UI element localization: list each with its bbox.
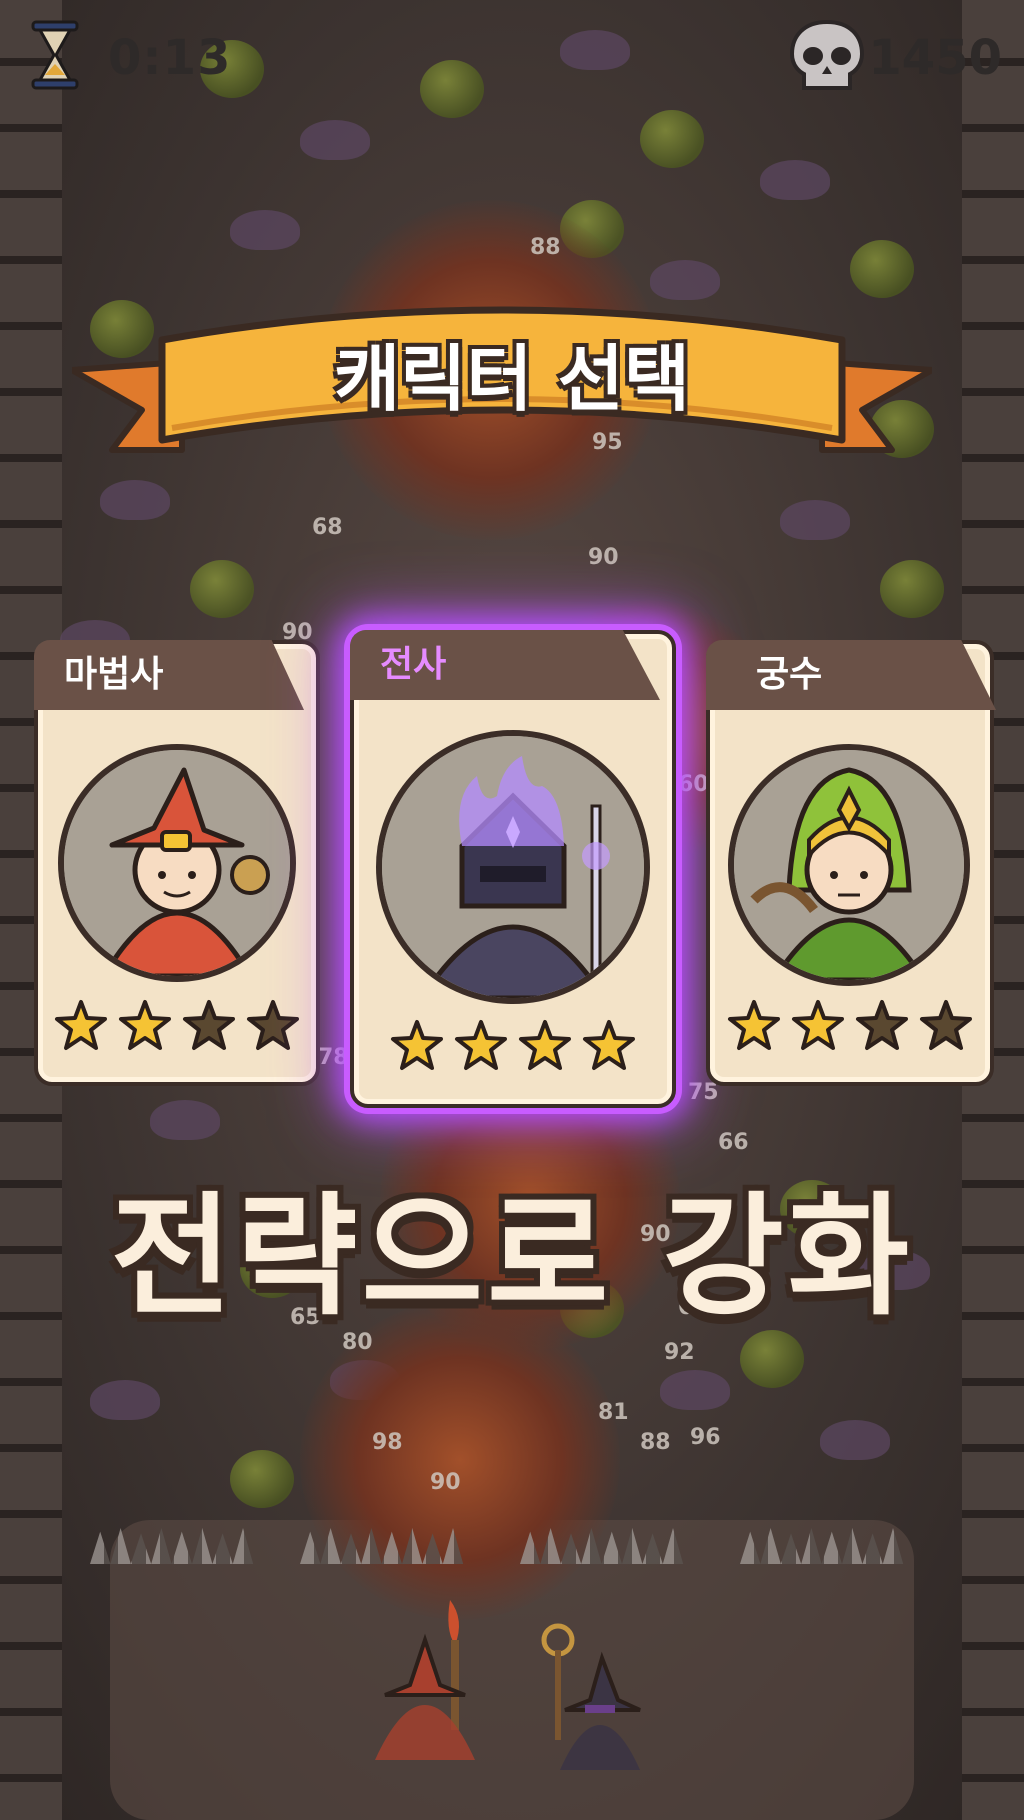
slime-enemy — [640, 110, 704, 168]
slime-enemy — [420, 60, 484, 118]
character-card-warrior[interactable]: 전사 — [350, 630, 676, 1108]
star-empty-icon — [920, 1000, 972, 1050]
dark-mage-hero-sprite — [541, 1623, 641, 1770]
bat-enemy — [150, 1100, 220, 1140]
bat-enemy — [300, 120, 370, 160]
star-filled-icon — [55, 1000, 107, 1050]
star-filled-icon — [728, 1000, 780, 1050]
bat-enemy — [820, 1420, 890, 1460]
slime-enemy — [190, 560, 254, 618]
character-card-archer[interactable]: 궁수 — [706, 640, 996, 1086]
star-filled-icon — [455, 1020, 507, 1070]
bat-enemy — [650, 260, 720, 300]
wizard-portrait — [58, 744, 296, 982]
damage-number: 90 — [430, 1470, 461, 1495]
star-filled-icon — [583, 1020, 635, 1070]
dark-knight-portrait — [376, 730, 650, 1004]
bat-enemy — [660, 1370, 730, 1410]
star-rating — [710, 999, 990, 1053]
score-text: 1450 — [868, 30, 1002, 86]
star-filled-icon — [792, 1000, 844, 1050]
bat-enemy — [230, 210, 300, 250]
card-name-label: 마법사 — [34, 640, 304, 710]
damage-number: 68 — [312, 515, 343, 540]
card-name-label: 궁수 — [706, 640, 996, 710]
slime-enemy — [850, 240, 914, 298]
star-empty-icon — [183, 1000, 235, 1050]
screen-title: 캐릭터 선택 — [333, 337, 691, 421]
bat-enemy — [90, 1380, 160, 1420]
wizard-hero-sprite — [375, 1600, 475, 1760]
damage-number: 81 — [598, 1400, 629, 1425]
star-rating — [354, 1019, 672, 1073]
damage-number: 78 — [318, 1045, 349, 1070]
damage-number: 98 — [372, 1430, 403, 1455]
character-card-wizard[interactable]: 마법사 — [34, 640, 320, 1086]
star-empty-icon — [856, 1000, 908, 1050]
damage-number: 96 — [690, 1425, 721, 1450]
damage-number: 88 — [640, 1430, 671, 1455]
damage-number: 88 — [530, 235, 561, 260]
damage-number: 90 — [588, 545, 619, 570]
archer-portrait — [728, 744, 970, 986]
damage-number: 92 — [664, 1340, 695, 1365]
damage-number: 60 — [678, 772, 709, 797]
star-rating — [38, 999, 316, 1053]
star-filled-icon — [119, 1000, 171, 1050]
star-filled-icon — [519, 1020, 571, 1070]
slime-enemy — [230, 1450, 294, 1508]
damage-number: 75 — [688, 1080, 719, 1105]
promo-tagline: 전략으로 강화 — [110, 1180, 914, 1334]
card-name-label: 전사 — [350, 630, 660, 700]
skull-icon — [789, 19, 865, 90]
bat-enemy — [760, 160, 830, 200]
bat-enemy — [560, 30, 630, 70]
slime-enemy — [880, 560, 944, 618]
star-filled-icon — [391, 1020, 443, 1070]
star-empty-icon — [247, 1000, 299, 1050]
hourglass-icon — [31, 20, 79, 90]
timer-text: 0:13 — [108, 30, 232, 86]
